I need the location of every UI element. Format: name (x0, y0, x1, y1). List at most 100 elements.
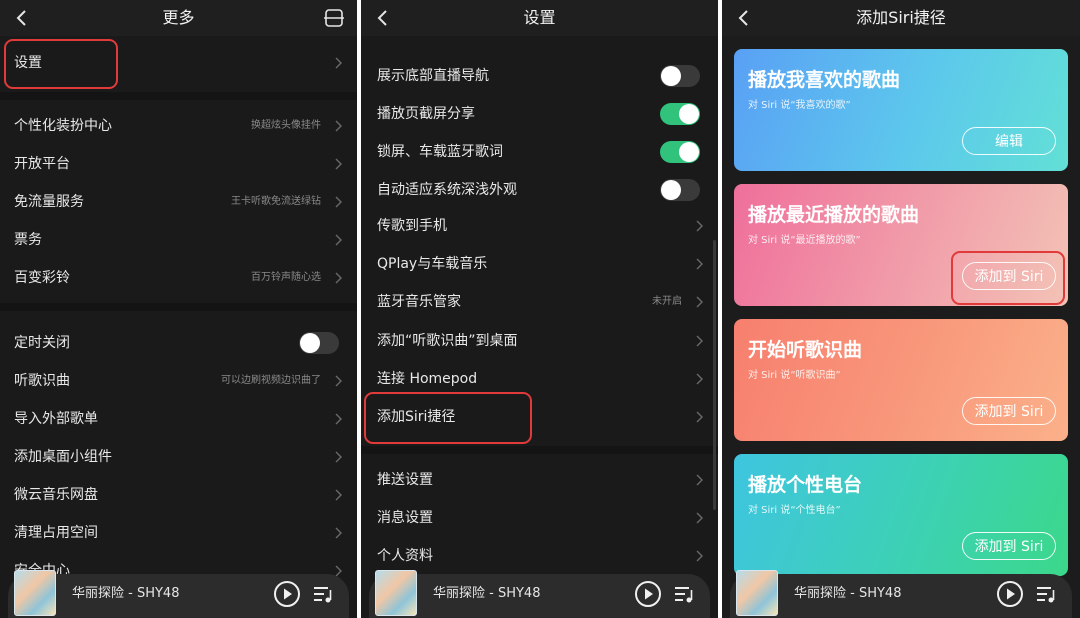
screenshot-share-toggle[interactable] (660, 103, 700, 125)
song-title: 华丽探险 - SHY48 (433, 586, 541, 601)
lockscreen-lyrics-toggle[interactable] (660, 141, 700, 163)
header: 设置 (361, 0, 718, 36)
song-recognition-item[interactable]: 听歌识曲 可以边刷视频边识曲了 (0, 362, 357, 400)
tickets-item[interactable]: 票务 (0, 221, 357, 259)
transfer-songs-item[interactable]: 传歌到手机 (361, 207, 718, 245)
chevron-right-icon (696, 335, 703, 347)
sleep-timer-label: 定时关闭 (14, 335, 70, 351)
card-subtitle: 对 Siri 说“个性电台” (748, 505, 841, 516)
highlight-siri-shortcuts (364, 392, 532, 444)
open-platform-item[interactable]: 开放平台 (0, 145, 357, 183)
highlight-add-to-siri (951, 251, 1065, 305)
lockscreen-lyrics-label: 锁屏、车载蓝牙歌词 (377, 144, 503, 160)
live-nav-label: 展示底部直播导航 (377, 68, 489, 84)
chevron-right-icon (696, 296, 703, 308)
playlist-icon[interactable] (311, 582, 335, 606)
message-settings-item[interactable]: 消息设置 (361, 499, 718, 537)
lockscreen-lyrics-item: 锁屏、车载蓝牙歌词 (361, 133, 718, 171)
personalize-hint: 换超炫头像挂件 (251, 120, 321, 131)
page-title: 更多 (162, 8, 195, 27)
song-recognition-label: 听歌识曲 (14, 373, 70, 389)
song-title: 华丽探险 - SHY48 (794, 586, 902, 601)
message-settings-label: 消息设置 (377, 510, 433, 526)
playlist-icon[interactable] (672, 582, 696, 606)
bluetooth-manager-hint: 未开启 (652, 296, 682, 307)
header: 添加Siri捷径 (722, 0, 1080, 36)
more-screen: 更多 设置 个性化装扮中心 换超炫头像挂件 开放平台 免流量服务 王卡听歌免流送… (0, 0, 357, 618)
add-recognition-desktop-label: 添加“听歌识曲”到桌面 (377, 333, 518, 349)
shortcut-card-radio: 播放个性电台 对 Siri 说“个性电台” 添加到 Siri (734, 454, 1068, 576)
mini-player[interactable]: 华丽探险 - SHY48 (730, 570, 1072, 618)
chevron-right-icon (335, 158, 342, 170)
card-title: 播放我喜欢的歌曲 (748, 69, 901, 91)
personalize-item[interactable]: 个性化装扮中心 换超炫头像挂件 (0, 107, 357, 145)
card-title: 播放最近播放的歌曲 (748, 204, 920, 226)
mini-player[interactable]: 华丽探险 - SHY48 (369, 570, 710, 618)
add-to-siri-button[interactable]: 添加到 Siri (962, 397, 1056, 425)
album-cover[interactable] (14, 570, 56, 616)
song-title: 华丽探险 - SHY48 (72, 586, 180, 601)
import-playlist-item[interactable]: 导入外部歌单 (0, 400, 357, 438)
chevron-right-icon (335, 196, 342, 208)
playlist-icon[interactable] (1034, 582, 1058, 606)
add-to-siri-button[interactable]: 添加到 Siri (962, 532, 1056, 560)
qplay-item[interactable]: QPlay与车载音乐 (361, 245, 718, 283)
song-recognition-hint: 可以边刷视频边识曲了 (221, 375, 321, 386)
mini-player[interactable]: 华丽探险 - SHY48 (8, 570, 349, 618)
add-recognition-desktop-item[interactable]: 添加“听歌识曲”到桌面 (361, 322, 718, 360)
card-title: 播放个性电台 (748, 474, 863, 496)
cloud-drive-item[interactable]: 微云音乐网盘 (0, 476, 357, 514)
chevron-right-icon (335, 489, 342, 501)
chevron-right-icon (696, 550, 703, 562)
sleep-timer-toggle[interactable] (299, 332, 339, 354)
siri-shortcuts-screen: 添加Siri捷径 播放我喜欢的歌曲 对 Siri 说“我喜欢的歌” 编辑 播放最… (722, 0, 1080, 618)
shortcut-card-favorites: 播放我喜欢的歌曲 对 Siri 说“我喜欢的歌” 编辑 (734, 49, 1068, 171)
chevron-right-icon (335, 413, 342, 425)
bluetooth-manager-item[interactable]: 蓝牙音乐管家 未开启 (361, 283, 718, 321)
header: 更多 (0, 0, 357, 36)
scrollbar[interactable] (713, 240, 716, 510)
open-platform-label: 开放平台 (14, 156, 70, 172)
card-subtitle: 对 Siri 说“听歌识曲” (748, 370, 841, 381)
settings-screen: 设置 展示底部直播导航 播放页截屏分享 锁屏、车载蓝牙歌词 自动适应系统深浅外观… (361, 0, 718, 618)
divider (0, 303, 357, 311)
auto-appearance-item: 自动适应系统深浅外观 (361, 171, 718, 209)
live-nav-item: 展示底部直播导航 (361, 57, 718, 95)
edit-button[interactable]: 编辑 (962, 127, 1056, 155)
chevron-right-icon (335, 120, 342, 132)
push-settings-item[interactable]: 推送设置 (361, 461, 718, 499)
album-cover[interactable] (375, 570, 417, 616)
chevron-right-icon (696, 512, 703, 524)
ringtone-item[interactable]: 百变彩铃 百万铃声随心选 (0, 259, 357, 297)
add-widget-item[interactable]: 添加桌面小组件 (0, 438, 357, 476)
tickets-label: 票务 (14, 232, 42, 248)
auto-appearance-toggle[interactable] (660, 179, 700, 201)
transfer-songs-label: 传歌到手机 (377, 218, 447, 234)
chevron-right-icon (335, 527, 342, 539)
chevron-right-icon (335, 234, 342, 246)
bluetooth-manager-label: 蓝牙音乐管家 (377, 294, 461, 310)
sleep-timer-item: 定时关闭 (0, 324, 357, 362)
album-cover[interactable] (736, 570, 778, 616)
qplay-label: QPlay与车载音乐 (377, 256, 488, 272)
ringtone-hint: 百万铃声随心选 (251, 272, 321, 283)
auto-appearance-label: 自动适应系统深浅外观 (377, 182, 517, 198)
screenshot-share-item: 播放页截屏分享 (361, 95, 718, 133)
chevron-right-icon (696, 258, 703, 270)
live-nav-toggle[interactable] (660, 65, 700, 87)
chevron-right-icon (696, 411, 703, 423)
card-subtitle: 对 Siri 说“最近播放的歌” (748, 235, 861, 246)
cloud-drive-label: 微云音乐网盘 (14, 487, 98, 503)
ringtone-label: 百变彩铃 (14, 270, 70, 286)
play-circle-icon[interactable] (273, 580, 301, 608)
free-data-item[interactable]: 免流量服务 王卡听歌免流送绿钻 (0, 183, 357, 221)
play-circle-icon[interactable] (634, 580, 662, 608)
highlight-settings (4, 39, 118, 89)
chevron-right-icon (696, 474, 703, 486)
divider (0, 92, 357, 100)
chevron-right-icon (335, 57, 342, 69)
clear-storage-item[interactable]: 清理占用空间 (0, 514, 357, 552)
play-circle-icon[interactable] (996, 580, 1024, 608)
scan-icon[interactable] (323, 8, 345, 28)
page-title: 添加Siri捷径 (856, 8, 946, 27)
